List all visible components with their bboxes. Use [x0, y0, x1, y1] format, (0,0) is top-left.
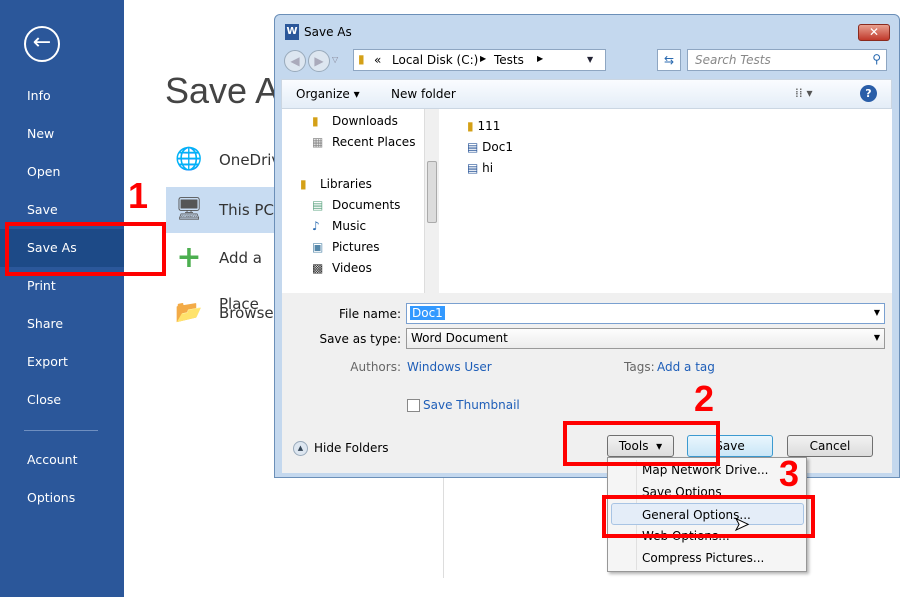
word-doc-icon: ▤ — [467, 140, 479, 154]
annotation-number-1: 1 — [128, 175, 149, 216]
nav-scrollbar[interactable] — [424, 109, 439, 293]
videos-icon: ▩ — [312, 261, 324, 275]
sidebar-item-export[interactable]: Export — [0, 343, 124, 381]
plus-icon: + — [176, 240, 202, 275]
annotation-box-3 — [602, 495, 815, 538]
folder-icon: 📂 — [175, 300, 203, 325]
scrollbar-thumb[interactable] — [427, 161, 437, 223]
file-name-label: File name: — [339, 307, 401, 321]
file-item-doc1[interactable]: ▤ Doc1 — [467, 140, 513, 154]
save-type-value: Word Document — [411, 331, 508, 345]
computer-icon: 🖥 — [175, 197, 203, 222]
documents-icon: ▤ — [312, 198, 324, 212]
pictures-icon: ▣ — [312, 240, 324, 254]
organize-button[interactable]: Organize ▾ — [296, 87, 360, 101]
search-input[interactable]: Search Tests ⚲ — [687, 49, 887, 71]
libraries-icon: ▮ — [300, 177, 307, 191]
recent-places-icon: ▦ — [312, 135, 324, 149]
new-folder-button[interactable]: New folder — [391, 87, 456, 101]
view-options-button[interactable]: ⁞⁞ ▾ — [795, 86, 812, 100]
file-item-hi[interactable]: ▤ hi — [467, 161, 493, 175]
help-icon[interactable]: ? — [860, 85, 877, 102]
tags-input[interactable]: Add a tag — [657, 360, 715, 374]
nav-item-documents[interactable]: ▤ Documents — [312, 198, 400, 212]
save-thumbnail-label[interactable]: Save Thumbnail — [423, 398, 520, 412]
back-nav-button[interactable]: ◀ — [284, 50, 306, 72]
folder-icon: ▮ — [358, 52, 365, 66]
location-add-place[interactable]: + Add a Place — [166, 235, 274, 313]
browser-pane: ▮ Downloads ▦ Recent Places ▮ Libraries ▤ Do… — [282, 109, 892, 293]
word-doc-icon: ▤ — [467, 161, 479, 175]
file-name-input[interactable]: Doc1 ▼ — [406, 303, 885, 324]
dialog-title: Save As — [304, 25, 352, 39]
dialog-toolbar: Organize ▾ New folder ⁞⁞ ▾ ? — [281, 79, 892, 109]
location-label: Browse — [219, 304, 274, 322]
nav-item-libraries[interactable]: ▮ Libraries — [300, 177, 372, 191]
cancel-button[interactable]: Cancel — [787, 435, 873, 457]
save-thumbnail-checkbox[interactable] — [407, 399, 420, 412]
sidebar-item-options[interactable]: Options — [0, 479, 124, 517]
address-overflow[interactable]: « — [374, 53, 381, 67]
sidebar-item-info[interactable]: Info — [0, 77, 124, 115]
location-onedrive[interactable]: 🌐 OneDrive — [166, 137, 289, 183]
file-item-111[interactable]: ▮ 111 — [467, 119, 500, 133]
chevron-right-icon[interactable]: ▶ — [480, 54, 486, 63]
hide-folders-button[interactable]: Hide Folders — [314, 441, 389, 455]
address-bar[interactable]: ▮ « Local Disk (C:) ▶ Tests ▶ ▼ — [353, 49, 606, 71]
divider — [443, 478, 444, 578]
sidebar-item-open[interactable]: Open — [0, 153, 124, 191]
close-button[interactable]: ✕ — [858, 24, 890, 41]
nav-item-pictures[interactable]: ▣ Pictures — [312, 240, 380, 254]
sidebar-item-new[interactable]: New — [0, 115, 124, 153]
recent-dropdown-icon[interactable]: ▽ — [332, 55, 338, 64]
file-name-value: Doc1 — [410, 306, 445, 320]
save-type-label: Save as type: — [319, 332, 401, 346]
annotation-number-2: 2 — [694, 378, 715, 419]
word-icon: W — [285, 24, 299, 40]
authors-value[interactable]: Windows User — [407, 360, 492, 374]
search-placeholder: Search Tests — [695, 53, 771, 67]
back-button[interactable]: ← — [24, 26, 60, 62]
address-dropdown-icon[interactable]: ▼ — [587, 55, 593, 64]
chevron-down-icon: ▼ — [873, 333, 880, 342]
menu-item-compress-pictures[interactable]: Compress Pictures... — [609, 547, 805, 569]
chevron-right-icon[interactable]: ▶ — [537, 54, 543, 63]
annotation-box-2 — [563, 421, 720, 466]
chevron-up-icon[interactable]: ▲ — [293, 441, 308, 456]
sidebar-item-share[interactable]: Share — [0, 305, 124, 343]
backstage-sidebar: ← Info New Open Save Save As Print Share… — [0, 0, 124, 597]
search-icon[interactable]: ⚲ — [872, 52, 881, 66]
globe-icon: 🌐 — [175, 147, 203, 172]
sidebar-divider — [24, 430, 98, 431]
tags-label: Tags: — [624, 360, 655, 374]
chevron-down-icon[interactable]: ▼ — [874, 308, 880, 317]
authors-label: Authors: — [350, 360, 401, 374]
folder-icon: ▮ — [467, 119, 474, 133]
nav-item-downloads[interactable]: ▮ Downloads — [312, 114, 398, 128]
location-this-pc[interactable]: 🖥 This PC — [166, 187, 274, 233]
annotation-number-3: 3 — [779, 453, 800, 494]
location-label: This PC — [219, 201, 274, 219]
navigation-pane: ▮ Downloads ▦ Recent Places ▮ Libraries ▤ Do… — [282, 109, 440, 293]
annotation-box-1 — [5, 222, 166, 276]
music-icon: ♪ — [312, 219, 320, 233]
refresh-button[interactable]: ⇆ — [657, 49, 681, 71]
sidebar-item-close[interactable]: Close — [0, 381, 124, 419]
breadcrumb-local-disk[interactable]: Local Disk (C:) — [392, 53, 478, 67]
location-browse[interactable]: 📂 Browse — [166, 290, 274, 336]
folder-download-icon: ▮ — [312, 114, 319, 128]
nav-item-videos[interactable]: ▩ Videos — [312, 261, 372, 275]
nav-item-music[interactable]: ♪ Music — [312, 219, 366, 233]
breadcrumb-tests[interactable]: Tests — [494, 53, 524, 67]
save-type-select[interactable]: Word Document ▼ — [406, 328, 885, 349]
sidebar-item-account[interactable]: Account — [0, 441, 124, 479]
nav-item-recent-places[interactable]: ▦ Recent Places — [312, 135, 415, 149]
save-as-dialog: W Save As ✕ ◀ ▶ ▽ ▮ « Local Disk (C:) ▶ … — [274, 14, 900, 478]
forward-nav-button[interactable]: ▶ — [308, 50, 330, 72]
